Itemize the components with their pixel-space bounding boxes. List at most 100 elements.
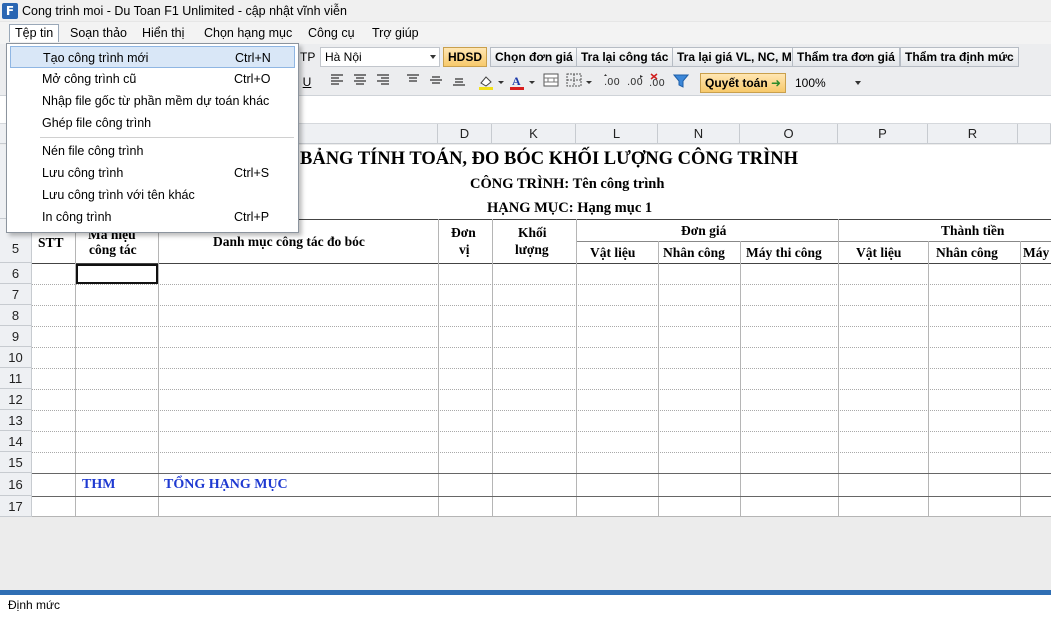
align-top-icon[interactable] [404, 73, 422, 91]
zoom-value: 100% [795, 76, 826, 90]
row-header-11[interactable]: 11 [0, 368, 32, 389]
decrease-decimal-icon[interactable]: .00 [626, 73, 644, 91]
menu-new-project[interactable]: Tạo công trình mới Ctrl+N [10, 46, 295, 68]
file-menu-dropdown: Tạo công trình mới Ctrl+N Mở công trình … [6, 43, 299, 233]
menu-new-project-shortcut: Ctrl+N [235, 51, 271, 65]
status-bar: Định mức [0, 590, 1051, 617]
align-left-icon[interactable] [328, 73, 346, 91]
filter-icon[interactable] [672, 73, 690, 91]
total-row-label: TỔNG HẠNG MỤC [164, 477, 288, 492]
delete-decimal-icon[interactable]: .00 [648, 73, 666, 91]
menu-import-file-label: Nhập file gốc từ phần mềm dự toán khác [42, 94, 270, 108]
fill-color-dropdown-icon[interactable] [496, 73, 506, 91]
align-center-icon[interactable] [351, 73, 369, 91]
header-unit-bottom: vị [459, 242, 470, 257]
zoom-select[interactable]: 100% [790, 73, 865, 93]
row-header-10[interactable]: 10 [0, 347, 32, 368]
svg-text:.00: .00 [649, 78, 665, 89]
header-unit-price: Đơn giá [681, 223, 727, 238]
svg-text:A: A [512, 74, 521, 88]
row-header-12[interactable]: 12 [0, 389, 32, 410]
menu-import-file[interactable]: Nhập file gốc từ phần mềm dự toán khác [10, 90, 295, 112]
align-bottom-icon[interactable] [450, 73, 468, 91]
region-prefix-label: TP [300, 50, 316, 64]
fill-color-icon[interactable] [477, 73, 495, 91]
menu-save-project-shortcut: Ctrl+S [234, 166, 270, 180]
menu-merge-files[interactable]: Ghép file công trình [10, 112, 295, 134]
menu-tools[interactable]: Công cụ [303, 25, 360, 43]
menu-edit[interactable]: Soạn thảo [65, 25, 132, 43]
menu-open-project[interactable]: Mở công trình cũ Ctrl+O [10, 68, 295, 90]
app-icon: F [2, 3, 18, 19]
column-header-d[interactable]: D [438, 124, 492, 144]
menu-help[interactable]: Trợ giúp [367, 25, 424, 43]
row-header-14[interactable]: 14 [0, 431, 32, 452]
status-text: Định mức [8, 598, 61, 612]
menu-file[interactable]: Tệp tin [9, 24, 60, 42]
row-header-7[interactable]: 7 [0, 284, 32, 305]
header-stt: STT [38, 235, 64, 250]
header-material-2: Vật liệu [856, 245, 902, 260]
column-header-next[interactable] [1018, 124, 1051, 144]
item-line: HẠNG MỤC: Hạng mục 1 [487, 200, 653, 216]
menu-save-as-label: Lưu công trình với tên khác [42, 188, 195, 202]
row-header-9[interactable]: 9 [0, 326, 32, 347]
menu-select-item[interactable]: Chọn hạng mục [199, 25, 297, 43]
menu-merge-files-label: Ghép file công trình [42, 116, 152, 130]
menu-save-project-label: Lưu công trình [42, 166, 124, 180]
align-right-icon[interactable] [374, 73, 392, 91]
header-labor-1: Nhân công [663, 245, 725, 260]
header-labor-2: Nhân công [936, 245, 998, 260]
menu-compress-project[interactable]: Nén file công trình [10, 140, 295, 162]
header-quantity-top: Khối [518, 225, 547, 240]
menu-save-as[interactable]: Lưu công trình với tên khác [10, 184, 295, 206]
selected-cell[interactable] [76, 264, 158, 284]
menu-view[interactable]: Hiển thị [137, 25, 189, 43]
merge-cells-icon[interactable] [542, 73, 560, 91]
column-header-r[interactable]: R [928, 124, 1018, 144]
verify-norm-button[interactable]: Thẩm tra định mức [900, 47, 1019, 67]
settlement-button[interactable]: Quyết toán ➜ [700, 73, 787, 93]
svg-text:.00: .00 [604, 77, 620, 88]
increase-decimal-icon[interactable]: .00 [603, 73, 621, 91]
font-color-dropdown-icon[interactable] [527, 73, 537, 91]
region-select[interactable]: Hà Nội [320, 47, 440, 67]
svg-text:.00: .00 [627, 77, 643, 88]
header-unit-top: Đơn [451, 225, 476, 240]
font-color-icon[interactable]: A [508, 73, 526, 91]
column-header-n[interactable]: N [658, 124, 740, 144]
row-header-15[interactable]: 15 [0, 452, 32, 473]
row-header-6[interactable]: 6 [0, 263, 32, 284]
borders-icon[interactable] [565, 73, 583, 91]
header-total: Thành tiền [941, 223, 1005, 238]
lookup-work-button[interactable]: Tra lại công tác [576, 47, 674, 67]
menu-save-project[interactable]: Lưu công trình Ctrl+S [10, 162, 295, 184]
column-header-p[interactable]: P [838, 124, 928, 144]
hdsd-button[interactable]: HDSD [443, 47, 488, 67]
borders-dropdown-icon[interactable] [584, 73, 594, 91]
menu-open-project-label: Mở công trình cũ [42, 72, 137, 86]
header-machine-2: Máy [1023, 245, 1050, 260]
menu-print-project-label: In công trình [42, 210, 112, 224]
region-select-value: Hà Nội [325, 50, 362, 64]
menu-print-project[interactable]: In công trình Ctrl+P [10, 206, 295, 228]
column-header-k[interactable]: K [492, 124, 576, 144]
lookup-material-price-button[interactable]: Tra lại giá VL, NC, M [672, 47, 797, 67]
column-header-o[interactable]: O [740, 124, 838, 144]
row-header-16[interactable]: 16 [0, 473, 32, 496]
window-title: Cong trinh moi - Du Toan F1 Unlimited - … [22, 4, 347, 18]
choose-unit-price-button[interactable]: Chọn đơn giá [490, 47, 578, 67]
row-header-17[interactable]: 17 [0, 496, 32, 517]
verify-unit-price-button[interactable]: Thẩm tra đơn giá [792, 47, 900, 67]
menu-bar: Tệp tin Soạn thảo Hiển thị Chọn hạng mục… [0, 22, 1051, 44]
row-header-13[interactable]: 13 [0, 410, 32, 431]
align-middle-icon[interactable] [427, 73, 445, 91]
chevron-down-icon [855, 81, 861, 85]
header-material-1: Vật liệu [590, 245, 636, 260]
row-header-8[interactable]: 8 [0, 305, 32, 326]
column-header-l[interactable]: L [576, 124, 658, 144]
chevron-down-icon [430, 55, 436, 59]
menu-open-project-shortcut: Ctrl+O [234, 72, 271, 86]
underline-button[interactable]: U [298, 73, 316, 91]
settlement-label: Quyết toán [705, 76, 768, 90]
